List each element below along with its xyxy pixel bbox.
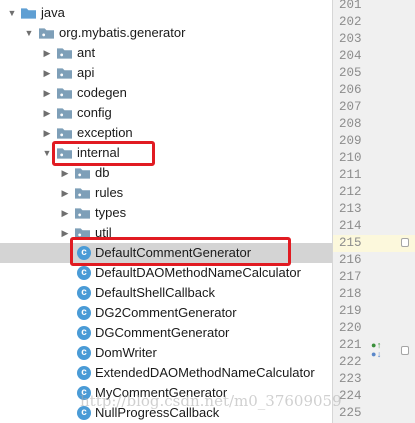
class-icon: c (77, 366, 91, 380)
tree-row-codegen[interactable]: ▶ codegen (0, 83, 332, 103)
tree-label: types (95, 205, 127, 220)
tree-label: DomWriter (95, 345, 157, 360)
line-number: 208 (339, 117, 362, 131)
tree-label-package: org.mybatis.generator (59, 25, 186, 40)
tree-row-java[interactable]: ▼ java (0, 3, 332, 23)
line-number: 224 (339, 389, 362, 403)
highlight-box-class (70, 237, 291, 266)
implement-marker-icon[interactable]: ●↓ (371, 350, 382, 360)
line-number: 206 (339, 83, 362, 97)
tree-row-class[interactable]: c NullProgressCallback (0, 403, 332, 423)
highlight-box-internal (52, 141, 155, 166)
package-folder-icon (75, 208, 90, 219)
class-icon: c (77, 286, 91, 300)
tree-label: rules (95, 185, 124, 200)
tree-label: db (95, 165, 110, 180)
package-folder-icon (57, 128, 72, 139)
line-number: 219 (339, 304, 362, 318)
tree-row-config[interactable]: ▶ config (0, 103, 332, 123)
line-number: 212 (339, 185, 362, 199)
line-number: 220 (339, 321, 362, 335)
line-number: 210 (339, 151, 362, 165)
tree-row-package[interactable]: ▼ org.mybatis.generator (0, 23, 332, 43)
tree-row-internal[interactable]: ▼ internal (0, 143, 332, 163)
tree-row-rules[interactable]: ▶ rules (0, 183, 332, 203)
package-folder-icon (57, 88, 72, 99)
class-icon: c (77, 406, 91, 420)
line-number: 201 (339, 0, 362, 12)
package-folder-icon (75, 188, 90, 199)
class-icon: c (77, 346, 91, 360)
chevron-right-icon[interactable]: ▶ (41, 63, 53, 83)
tree-label: ant (77, 45, 96, 60)
package-folder-icon (57, 48, 72, 59)
tree-row-class[interactable]: c DG2CommentGenerator (0, 303, 332, 323)
chevron-down-icon[interactable]: ▼ (23, 23, 35, 43)
line-number: 213 (339, 202, 362, 216)
tree-row-class[interactable]: c DefaultDAOMethodNameCalculator (0, 263, 332, 283)
project-tree: ▼ java ▼ org.mybatis.generator ▶ ant ▶ a… (0, 0, 332, 423)
class-icon: c (77, 306, 91, 320)
line-number: 203 (339, 32, 362, 46)
tree-row-class[interactable]: c DefaultShellCallback (0, 283, 332, 303)
tree-row-class[interactable]: c ExtendedDAOMethodNameCalculator (0, 363, 332, 383)
tree-label: NullProgressCallback (95, 405, 220, 420)
line-number: 214 (339, 219, 362, 233)
line-number: 218 (339, 287, 362, 301)
tree-label: MyCommentGenerator (95, 385, 228, 400)
fold-toggle-icon[interactable] (401, 346, 409, 355)
editor-gutter: 201 202 203 204 205 206 207 208 209 210 211 212 213 2… (332, 0, 415, 423)
class-icon: c (77, 326, 91, 340)
tree-label: ExtendedDAOMethodNameCalculator (95, 365, 315, 380)
package-folder-icon (57, 68, 72, 79)
package-folder-icon (39, 28, 54, 39)
line-number: 216 (339, 253, 362, 267)
line-number: 223 (339, 372, 362, 386)
line-number: 205 (339, 66, 362, 80)
tree-label: DG2CommentGenerator (95, 305, 237, 320)
tree-row-class[interactable]: c DGCommentGenerator (0, 323, 332, 343)
chevron-right-icon[interactable]: ▶ (59, 183, 71, 203)
chevron-right-icon[interactable]: ▶ (41, 43, 53, 63)
line-number: 204 (339, 49, 362, 63)
line-number: 217 (339, 270, 362, 284)
tree-label: DGCommentGenerator (95, 325, 230, 340)
line-number: 222 (339, 355, 362, 369)
fold-toggle-icon[interactable] (401, 238, 409, 247)
line-number: 225 (339, 406, 362, 420)
chevron-right-icon[interactable]: ▶ (41, 103, 53, 123)
tree-label: exception (77, 125, 133, 140)
tree-row-class[interactable]: c MyCommentGenerator (0, 383, 332, 403)
source-folder-icon (21, 8, 36, 19)
tree-label: codegen (77, 85, 127, 100)
class-icon: c (77, 386, 91, 400)
chevron-right-icon[interactable]: ▶ (59, 163, 71, 183)
chevron-right-icon[interactable]: ▶ (41, 123, 53, 143)
tree-row-types[interactable]: ▶ types (0, 203, 332, 223)
line-number: 209 (339, 134, 362, 148)
tree-row-exception[interactable]: ▶ exception (0, 123, 332, 143)
package-folder-icon (75, 168, 90, 179)
line-number: 202 (339, 15, 362, 29)
tree-label: DefaultDAOMethodNameCalculator (95, 265, 301, 280)
line-number: 221 (339, 338, 362, 352)
tree-label-java: java (41, 5, 65, 20)
tree-row-api[interactable]: ▶ api (0, 63, 332, 83)
line-number: 211 (339, 168, 362, 182)
tree-label: config (77, 105, 112, 120)
tree-label: DefaultShellCallback (95, 285, 215, 300)
tree-row-class[interactable]: c DomWriter (0, 343, 332, 363)
class-icon: c (77, 266, 91, 280)
tree-row-ant[interactable]: ▶ ant (0, 43, 332, 63)
chevron-down-icon[interactable]: ▼ (6, 3, 18, 23)
chevron-right-icon[interactable]: ▶ (59, 203, 71, 223)
line-number: 207 (339, 100, 362, 114)
tree-row-db[interactable]: ▶ db (0, 163, 332, 183)
package-folder-icon (57, 108, 72, 119)
tree-label: api (77, 65, 95, 80)
chevron-right-icon[interactable]: ▶ (41, 83, 53, 103)
